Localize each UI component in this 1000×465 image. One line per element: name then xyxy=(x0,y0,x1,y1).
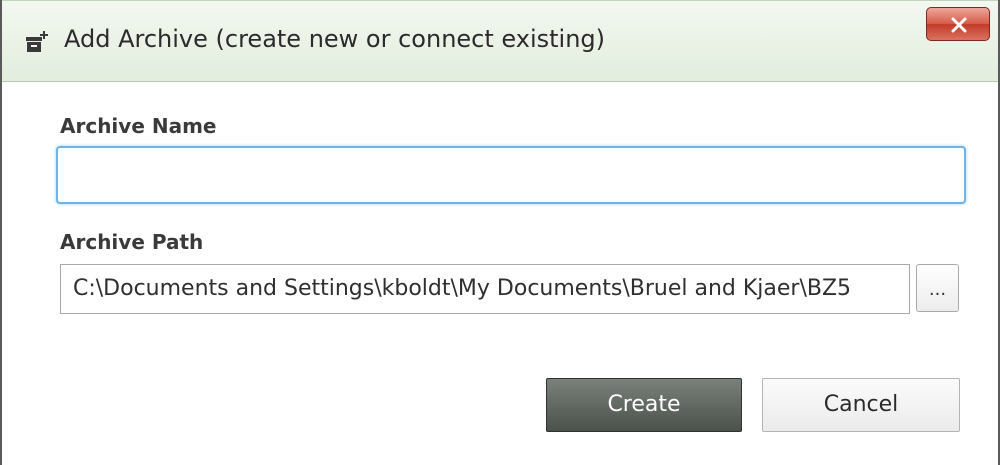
create-button[interactable]: Create xyxy=(546,378,742,432)
browse-button[interactable]: ... xyxy=(916,264,959,312)
title-bar[interactable]: Add Archive (create new or connect exist… xyxy=(2,0,998,82)
close-button[interactable] xyxy=(926,7,990,41)
add-archive-dialog: Add Archive (create new or connect exist… xyxy=(0,0,1000,465)
archive-path-label: Archive Path xyxy=(60,230,204,254)
close-icon xyxy=(951,17,967,33)
dialog-title: Add Archive (create new or connect exist… xyxy=(64,25,606,53)
cancel-button[interactable]: Cancel xyxy=(762,378,960,432)
archive-name-input[interactable] xyxy=(56,146,966,204)
archive-add-icon xyxy=(24,29,50,55)
archive-name-label: Archive Name xyxy=(60,114,217,138)
archive-path-input[interactable]: C:\Documents and Settings\kboldt\My Docu… xyxy=(60,264,910,314)
